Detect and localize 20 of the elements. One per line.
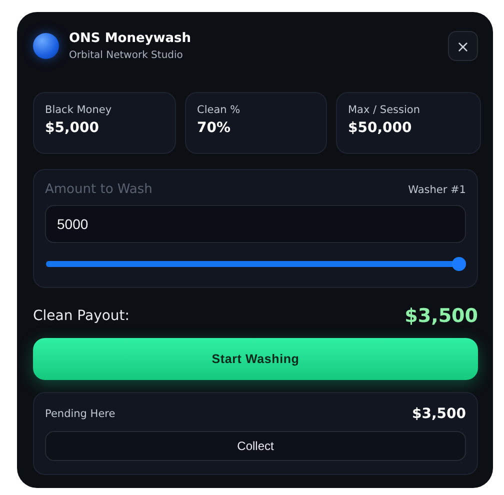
start-washing-button[interactable]: Start Washing	[33, 338, 478, 380]
payout-label: Clean Payout:	[33, 308, 130, 324]
stat-label: Clean %	[197, 104, 242, 116]
stat-label: Max / Session	[348, 104, 421, 116]
stat-value: $5,000	[45, 120, 100, 136]
collect-button[interactable]: Collect	[45, 431, 466, 461]
payout-value: $3,500	[404, 305, 478, 327]
app-subtitle: Orbital Network Studio	[69, 50, 184, 61]
slider-thumb[interactable]	[452, 257, 466, 271]
pending-value: $3,500	[412, 406, 466, 422]
stat-value: $50,000	[348, 120, 413, 136]
stat-label: Black Money	[45, 104, 113, 116]
close-button[interactable]: ×	[448, 31, 478, 61]
app-title: ONS Moneywash	[69, 31, 192, 47]
amount-field[interactable]: 5000	[45, 205, 466, 243]
stat-value: 70%	[197, 120, 232, 136]
amount-label: Amount to Wash	[45, 182, 152, 197]
washer-label: Washer #1	[408, 184, 466, 196]
pending-label: Pending Here	[45, 408, 116, 420]
orb-icon	[33, 33, 59, 59]
